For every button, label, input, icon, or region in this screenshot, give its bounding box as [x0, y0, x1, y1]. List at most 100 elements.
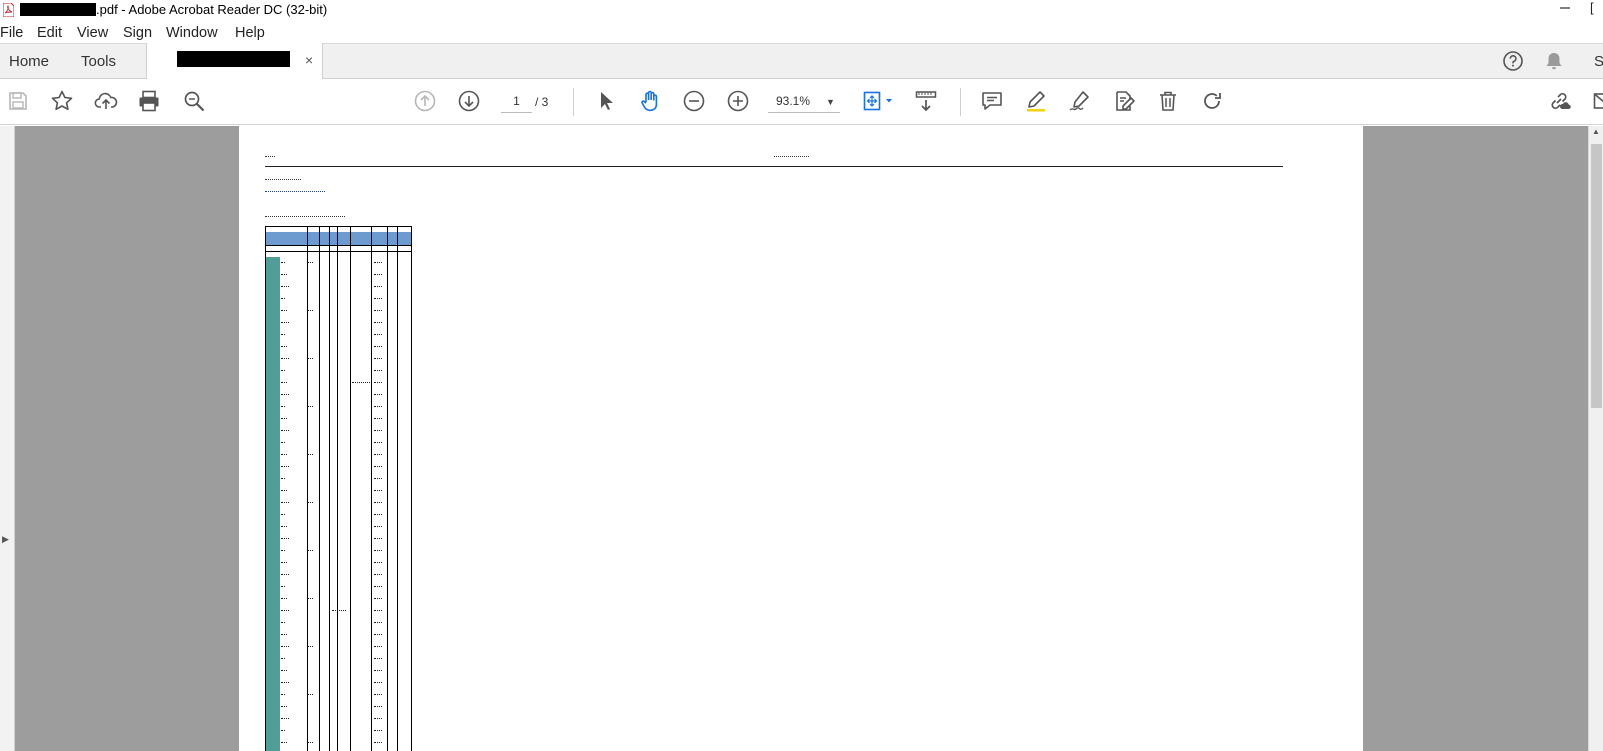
table-cell-text	[281, 346, 287, 347]
table-cell-text	[281, 646, 289, 647]
tab-document[interactable]: ×	[146, 43, 323, 80]
table-cell-text	[374, 358, 382, 359]
table-cell-text	[374, 646, 382, 647]
minimize-icon[interactable]	[1554, 0, 1576, 16]
menu-view[interactable]: View	[77, 24, 108, 42]
highlight-icon[interactable]	[1024, 89, 1048, 113]
next-page-icon[interactable]	[457, 89, 481, 113]
vertical-scrollbar[interactable]: ▲	[1588, 126, 1603, 751]
table-cell-text	[308, 310, 313, 311]
table-cell-text	[374, 550, 382, 551]
notifications-icon[interactable]	[1543, 50, 1565, 72]
toolbar-separator	[960, 88, 961, 116]
table-cell-text	[374, 346, 382, 347]
left-navigation-rail[interactable]: ▶	[0, 126, 15, 751]
table-cell-text	[281, 478, 285, 479]
zoom-out-icon[interactable]	[682, 89, 706, 113]
data-table	[265, 226, 412, 751]
header-rule	[265, 166, 1283, 167]
table-cell-text	[281, 634, 287, 635]
document-viewport[interactable]: ▶ ▲	[0, 126, 1603, 751]
table-cell-text	[374, 502, 382, 503]
zoom-in-icon[interactable]	[726, 89, 750, 113]
table-cell-text	[332, 610, 346, 611]
table-cell-text	[374, 430, 382, 431]
sign-icon[interactable]	[1068, 89, 1092, 113]
rotate-icon[interactable]	[1200, 89, 1224, 113]
share-link-icon[interactable]	[1547, 89, 1571, 113]
save-icon[interactable]	[6, 89, 30, 113]
table-cell-text	[308, 454, 313, 455]
table-column-line	[397, 227, 398, 751]
table-cell-text	[281, 262, 285, 263]
hand-tool-icon[interactable]	[638, 89, 662, 113]
maximize-button-partial[interactable]: [	[1590, 0, 1603, 16]
page-number-input[interactable]: 1	[501, 91, 532, 113]
table-cell-text	[281, 742, 287, 743]
table-cell-text	[374, 514, 382, 515]
table-cell-text	[281, 574, 289, 575]
table-cell-text	[308, 742, 313, 743]
table-cell-text	[281, 334, 285, 335]
menu-sign[interactable]: Sign	[123, 24, 152, 42]
table-cell-text	[281, 382, 287, 383]
table-cell-text	[374, 490, 382, 491]
menu-file[interactable]: File	[0, 24, 23, 42]
expand-panel-icon[interactable]: ▶	[2, 534, 9, 545]
sign-in-partial[interactable]: S	[1594, 52, 1603, 71]
table-cell-text	[281, 730, 285, 731]
table-cell-text	[308, 646, 313, 647]
table-column-line	[337, 227, 338, 751]
table-cell-text	[281, 454, 287, 455]
table-cell-text	[281, 586, 285, 587]
upload-cloud-icon[interactable]	[94, 89, 118, 113]
fit-page-icon[interactable]	[862, 89, 896, 113]
help-icon[interactable]	[1502, 50, 1524, 72]
tab-row: Home Tools × S	[0, 43, 1603, 80]
menu-window[interactable]: Window	[166, 24, 218, 42]
page-text-line	[265, 216, 345, 217]
table-cell-text	[281, 610, 289, 611]
table-cell-text	[281, 442, 285, 443]
table-first-column	[266, 257, 280, 751]
table-cell-text	[281, 682, 289, 683]
page-count: / 3	[535, 95, 549, 109]
page-header-center	[774, 156, 809, 157]
table-column-line	[387, 227, 388, 751]
table-cell-text	[374, 526, 382, 527]
close-tab-icon[interactable]: ×	[305, 52, 313, 68]
table-cell-text	[374, 478, 382, 479]
zoom-level-select[interactable]: 93.1% ▼	[768, 91, 840, 113]
table-cell-text	[308, 406, 313, 407]
select-cursor-icon[interactable]	[594, 89, 618, 113]
window-title-bar: .pdf - Adobe Acrobat Reader DC (32-bit) …	[0, 0, 1603, 22]
comment-icon[interactable]	[980, 89, 1004, 113]
scrollbar-thumb[interactable]	[1591, 144, 1602, 408]
delete-icon[interactable]	[1156, 89, 1180, 113]
menu-help[interactable]: Help	[235, 24, 265, 42]
tab-tools[interactable]: Tools	[81, 52, 116, 71]
menu-bar: File Edit View Sign Window Help	[0, 22, 1603, 43]
table-column-line	[307, 227, 308, 751]
table-cell-text	[374, 334, 382, 335]
find-icon[interactable]	[182, 89, 206, 113]
table-cell-text	[374, 562, 382, 563]
table-cell-text	[281, 706, 287, 707]
table-cell-text	[374, 262, 382, 263]
previous-page-icon[interactable]	[413, 89, 437, 113]
table-cell-text	[308, 550, 313, 551]
scroll-up-icon[interactable]: ▲	[1592, 127, 1600, 136]
table-cell-text	[374, 274, 382, 275]
edit-pdf-icon[interactable]	[1112, 89, 1136, 113]
chevron-down-icon: ▼	[826, 97, 835, 107]
table-cell-text	[281, 550, 285, 551]
scroll-mode-icon[interactable]	[914, 89, 938, 113]
print-icon[interactable]	[137, 89, 161, 113]
tab-home[interactable]: Home	[9, 52, 49, 71]
menu-edit[interactable]: Edit	[37, 24, 62, 42]
table-cell-text	[281, 466, 289, 467]
table-cell-text	[374, 706, 382, 707]
bookmark-star-icon[interactable]	[50, 89, 74, 113]
table-cell-text	[281, 370, 285, 371]
email-icon[interactable]	[1592, 89, 1603, 113]
